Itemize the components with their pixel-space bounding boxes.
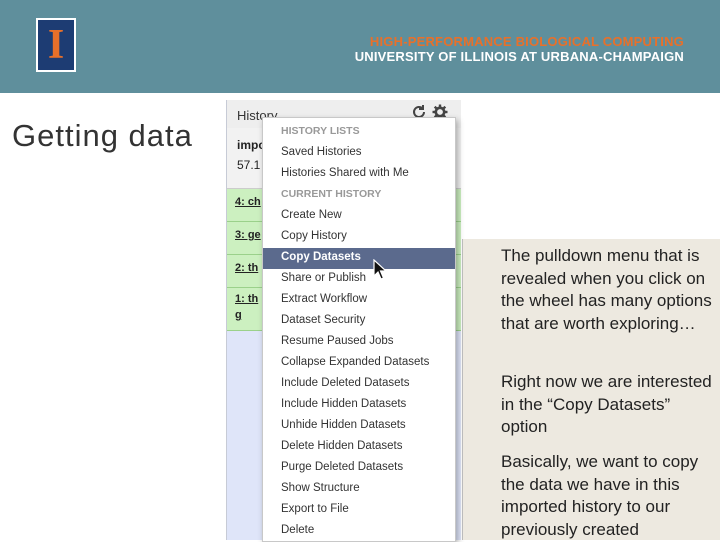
mouse-cursor-icon	[373, 259, 387, 280]
menu-section-history-lists: HISTORY LISTS	[281, 125, 360, 137]
callout-paragraph-3: Basically, we want to copy the data we h…	[501, 452, 699, 539]
callout-paragraph-1: The pulldown menu that is revealed when …	[501, 246, 712, 333]
menu-item-histories-shared[interactable]: Histories Shared with Me	[263, 164, 455, 185]
menu-item-saved-histories[interactable]: Saved Histories	[263, 143, 455, 164]
menu-item-delete[interactable]: Delete	[263, 521, 455, 541]
dataset-title[interactable]: 4: ch	[235, 196, 261, 208]
menu-item-share-publish[interactable]: Share or Publish	[263, 269, 455, 290]
logo-letter: I	[47, 22, 65, 68]
menu-section-current-history: CURRENT HISTORY	[281, 188, 382, 200]
history-size: 57.1	[237, 158, 261, 172]
menu-item-show-structure[interactable]: Show Structure	[263, 479, 455, 500]
dataset-title[interactable]: 2: th	[235, 262, 258, 274]
menu-item-purge-deleted[interactable]: Purge Deleted Datasets	[263, 458, 455, 479]
banner-line-2: UNIVERSITY OF ILLINOIS AT URBANA-CHAMPAI…	[354, 49, 684, 64]
callout-paragraph-2: Right now we are interested in the “Copy…	[501, 372, 712, 436]
slide-title: Getting data	[12, 118, 193, 153]
menu-item-create-new[interactable]: Create New	[263, 206, 455, 227]
menu-item-export-to-file[interactable]: Export to File	[263, 500, 455, 521]
menu-item-include-hidden[interactable]: Include Hidden Datasets	[263, 395, 455, 416]
dataset-title-cont[interactable]: g	[235, 309, 242, 321]
history-options-menu: HISTORY LISTS Saved Histories Histories …	[262, 117, 456, 542]
menu-item-unhide-hidden[interactable]: Unhide Hidden Datasets	[263, 416, 455, 437]
header-banner: I HIGH-PERFORMANCE BIOLOGICAL COMPUTING …	[0, 0, 720, 93]
illinois-logo: I	[36, 18, 76, 72]
dataset-title[interactable]: 3: ge	[235, 229, 261, 241]
banner-line-1: HIGH-PERFORMANCE BIOLOGICAL COMPUTING	[369, 34, 684, 49]
menu-item-resume-paused-jobs[interactable]: Resume Paused Jobs	[263, 332, 455, 353]
menu-item-copy-history[interactable]: Copy History	[263, 227, 455, 248]
menu-item-delete-hidden[interactable]: Delete Hidden Datasets	[263, 437, 455, 458]
menu-item-include-deleted[interactable]: Include Deleted Datasets	[263, 374, 455, 395]
menu-item-dataset-security[interactable]: Dataset Security	[263, 311, 455, 332]
menu-item-copy-datasets[interactable]: Copy Datasets	[263, 248, 455, 269]
callout-box: The pulldown menu that is revealed when …	[462, 239, 720, 540]
menu-item-collapse-expanded[interactable]: Collapse Expanded Datasets	[263, 353, 455, 374]
menu-item-extract-workflow[interactable]: Extract Workflow	[263, 290, 455, 311]
dataset-title[interactable]: 1: th	[235, 293, 258, 305]
